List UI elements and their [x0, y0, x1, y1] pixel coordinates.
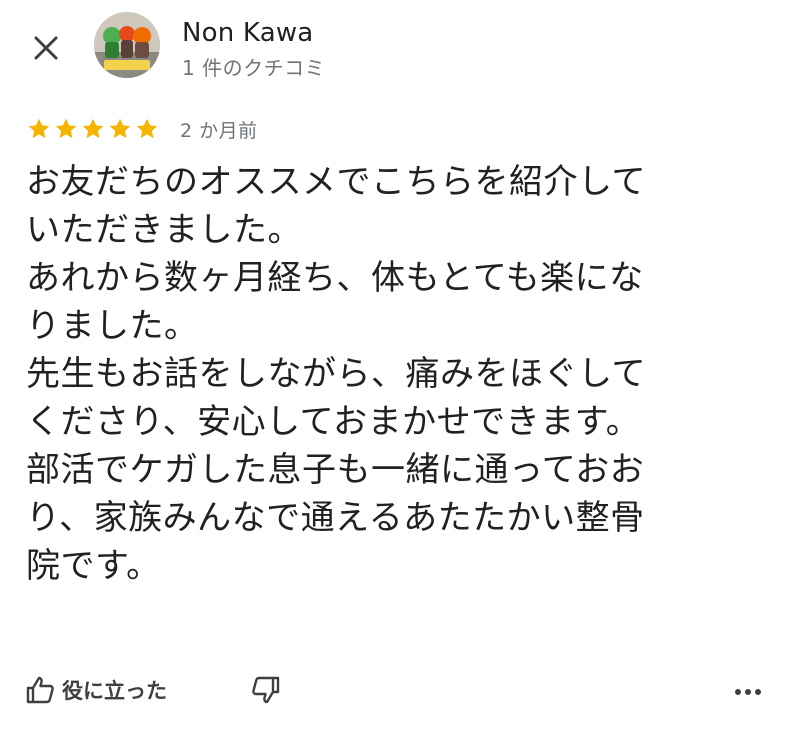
rating-row: 2 か月前	[26, 115, 258, 143]
review-text: お友だちのオススメでこちらを紹介して いただきました。 あれから数ヶ月経ち、体も…	[26, 162, 646, 586]
review-actions: 役に立った	[0, 668, 811, 716]
star-icon	[136, 118, 158, 139]
thumb-down-icon	[252, 676, 280, 704]
thumb-up-icon	[26, 676, 54, 704]
star-rating	[26, 116, 160, 142]
more-options-button[interactable]	[728, 674, 768, 710]
close-icon	[34, 36, 58, 60]
star-icon	[82, 118, 104, 139]
helpful-label: 役に立った	[62, 679, 167, 703]
not-helpful-button[interactable]	[250, 674, 282, 710]
avatar[interactable]	[94, 12, 160, 78]
star-icon	[109, 118, 131, 139]
avatar-image	[94, 12, 160, 78]
more-horizontal-icon	[735, 689, 761, 695]
review-date: 2 か月前	[180, 119, 258, 142]
star-icon	[55, 118, 77, 139]
close-button[interactable]	[26, 28, 66, 68]
helpful-button[interactable]: 役に立った	[24, 674, 167, 706]
reviewer-name[interactable]: Non Kawa	[182, 18, 313, 48]
review-count: 1 件のクチコミ	[182, 56, 326, 80]
star-icon	[28, 118, 50, 139]
